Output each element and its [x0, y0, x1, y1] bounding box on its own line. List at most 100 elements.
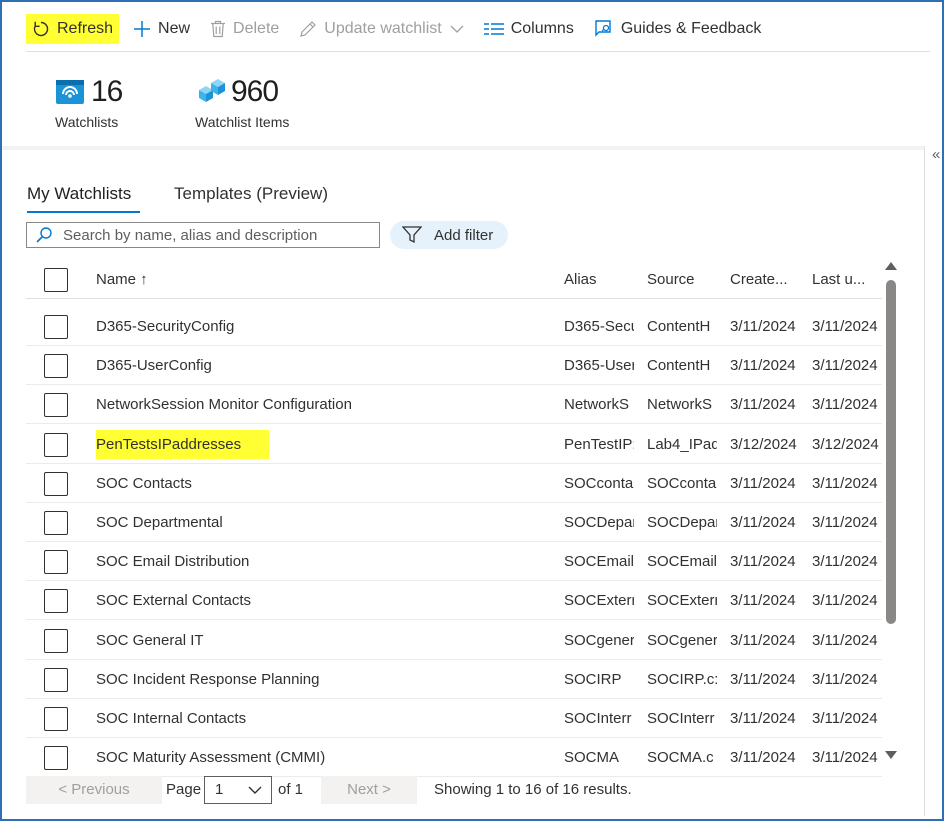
alias-cell: SOCMA [564, 749, 620, 767]
alias-cell: SOCgener [564, 631, 634, 649]
created-cell: 3/11/2024 [730, 749, 796, 767]
table-row[interactable]: SOC General IT SOCgener SOCgener 3/11/2024 3… [26, 621, 882, 660]
watchlist-name-cell[interactable]: SOC Email Distribution [96, 542, 556, 581]
update-watchlist-button[interactable]: Update watchlist [293, 14, 469, 44]
collapse-panel-button[interactable]: « [932, 146, 940, 163]
command-bar: Refresh New Delete Update watchlist Colu… [26, 12, 775, 46]
last-updated-cell: 3/11/2024 [812, 553, 878, 571]
new-button[interactable]: New [127, 14, 196, 44]
search-input[interactable] [63, 226, 363, 244]
watchlists-label: Watchlists [55, 114, 119, 130]
columns-button[interactable]: Columns [478, 14, 580, 44]
refresh-label: Refresh [57, 20, 114, 37]
tab-templates[interactable]: Templates (Preview) [174, 184, 328, 204]
row-checkbox[interactable] [44, 511, 68, 535]
created-cell: 3/11/2024 [730, 357, 796, 375]
chevron-down-icon [450, 25, 464, 33]
pencil-icon [300, 21, 317, 37]
source-cell: ContentH [647, 318, 711, 335]
watchlist-name-cell[interactable]: SOC Contacts [96, 464, 556, 503]
table-row[interactable]: SOC Contacts SOCconta SOCconta 3/11/2024 3/1… [26, 464, 882, 503]
watchlist-name-cell[interactable]: SOC Internal Contacts [96, 699, 556, 738]
created-cell: 3/11/2024 [730, 474, 796, 492]
column-header-name[interactable]: Name ↑ [96, 260, 556, 299]
watchlist-items-stat: 960 Watchlist Items [195, 72, 289, 130]
last-updated-cell: 3/11/2024 [812, 474, 878, 492]
column-header-source[interactable]: Source [647, 260, 717, 299]
highlighted-watchlist-name[interactable]: PenTestsIPaddresses [96, 429, 270, 459]
scroll-up-arrow[interactable] [885, 262, 897, 270]
table-row[interactable]: SOC Email Distribution SOCEmail SOCEmail 3/… [26, 542, 882, 582]
guides-feedback-button[interactable]: Guides & Feedback [588, 14, 768, 44]
active-tab-indicator [27, 211, 140, 213]
guides-feedback-label: Guides & Feedback [620, 20, 762, 37]
delete-button[interactable]: Delete [204, 14, 285, 44]
column-header-last-updated[interactable]: Last u... [812, 260, 882, 299]
search-icon [36, 227, 52, 243]
row-checkbox[interactable] [44, 628, 68, 653]
row-checkbox[interactable] [44, 354, 68, 379]
filter-icon [402, 226, 422, 244]
watchlist-name-cell[interactable]: D365-UserConfig [96, 346, 556, 385]
row-checkbox[interactable] [44, 667, 68, 692]
table-row[interactable]: SOC External Contacts SOCExterr SOCExterr 3… [26, 581, 882, 621]
table-row[interactable]: SOC Departmental SOCDepar SOCDepar 3/11/202… [26, 503, 882, 542]
row-checkbox[interactable] [44, 589, 68, 614]
created-cell: 3/11/2024 [730, 318, 796, 335]
tab-my-watchlists[interactable]: My Watchlists [27, 184, 131, 204]
columns-icon [483, 23, 504, 35]
watchlist-name-cell[interactable]: SOC General IT [96, 621, 556, 660]
refresh-button[interactable]: Refresh [26, 14, 120, 44]
page-select-value: 1 [215, 781, 224, 798]
created-cell: 3/11/2024 [730, 553, 796, 571]
column-header-created[interactable]: Create... [730, 260, 804, 299]
toolbar-divider [26, 51, 930, 52]
watchlist-name-cell[interactable]: PenTestsIPaddresses [96, 425, 556, 464]
table-row[interactable]: SOC Internal Contacts SOCInterr SOCInterr 3… [26, 699, 882, 738]
row-checkbox[interactable] [44, 550, 68, 575]
last-updated-cell: 3/11/2024 [812, 749, 878, 767]
table-row[interactable]: NetworkSession Monitor Configuration Netw… [26, 385, 882, 425]
add-filter-button[interactable]: Add filter [390, 221, 508, 249]
table-row[interactable]: PenTestsIPaddresses PenTestIP: Lab4_IPad 3/… [26, 425, 882, 464]
source-cell: NetworkS [647, 396, 713, 414]
source-cell: SOCDepar [647, 514, 717, 531]
source-cell: SOCEmail [647, 553, 717, 571]
watchlist-name-cell[interactable]: D365-SecurityConfig [96, 307, 556, 346]
last-updated-cell: 3/11/2024 [812, 514, 878, 531]
section-divider [2, 146, 924, 150]
watchlist-name-cell[interactable]: SOC Departmental [96, 503, 556, 542]
row-checkbox[interactable] [44, 432, 68, 457]
scroll-down-arrow[interactable] [885, 751, 897, 759]
select-all-checkbox[interactable] [44, 268, 68, 292]
table-row[interactable]: D365-SecurityConfig D365-Secu ContentH 3/11… [26, 307, 882, 346]
watchlist-name-cell[interactable]: SOC Maturity Assessment (CMMI) [96, 738, 556, 777]
column-header-alias[interactable]: Alias [564, 260, 634, 299]
watchlist-name-cell[interactable]: NetworkSession Monitor Configuration [96, 385, 556, 424]
source-cell: ContentH [647, 357, 711, 375]
add-filter-label: Add filter [434, 226, 494, 244]
row-checkbox[interactable] [44, 707, 68, 731]
row-checkbox[interactable] [44, 471, 68, 496]
row-checkbox[interactable] [44, 746, 68, 771]
created-cell: 3/11/2024 [730, 631, 796, 649]
next-page-button[interactable]: Next > [321, 776, 417, 804]
created-cell: 3/11/2024 [730, 670, 796, 688]
page-select[interactable]: 1 [204, 776, 272, 804]
watchlist-name-cell[interactable]: SOC Incident Response Planning [96, 660, 556, 699]
created-cell: 3/11/2024 [730, 396, 796, 414]
previous-page-button[interactable]: < Previous [26, 776, 162, 804]
created-cell: 3/12/2024 [730, 435, 797, 453]
watchlists-count: 16 [91, 75, 123, 108]
table-row[interactable]: D365-UserConfig D365-User ContentH 3/11/202… [26, 346, 882, 386]
scrollbar-thumb[interactable] [886, 280, 896, 624]
row-checkbox[interactable] [44, 393, 68, 418]
watchlist-name-cell[interactable]: SOC External Contacts [96, 581, 556, 620]
table-row[interactable]: SOC Maturity Assessment (CMMI) SOCMA SOCMA… [26, 738, 882, 778]
watchlist-items-count: 960 [231, 75, 279, 108]
row-checkbox[interactable] [44, 315, 68, 339]
table-row[interactable]: SOC Incident Response Planning SOCIRP SOCI… [26, 660, 882, 699]
columns-label: Columns [510, 20, 574, 37]
last-updated-cell: 3/11/2024 [812, 357, 878, 375]
page-label: Page [166, 781, 202, 798]
